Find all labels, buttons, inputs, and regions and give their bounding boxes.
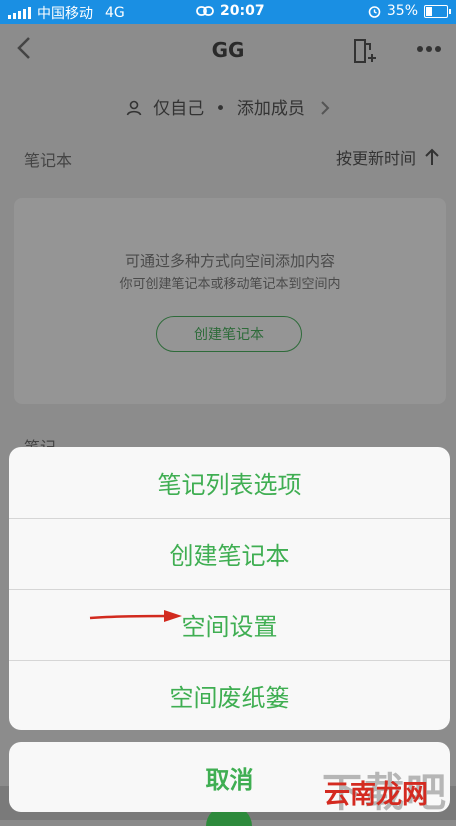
create-notebook-button[interactable]: 创建笔记本 [156,316,302,352]
link-icon [196,6,214,16]
site-watermark: 下载吧 云南龙网 [318,760,456,820]
action-create-notebook[interactable]: 创建笔记本 [9,518,450,588]
visibility-label: 仅自己 [153,99,205,119]
page-title: GG [211,38,245,62]
signal-icon [8,7,31,19]
battery-percent: 35% [386,3,418,19]
chevron-right-icon [321,101,330,115]
network-label: 4G [105,5,125,21]
more-dots-icon[interactable] [416,44,442,54]
alarm-icon [368,5,381,18]
separator-dot: • [215,99,226,119]
action-space-trash[interactable]: 空间废纸篓 [9,660,450,730]
arrow-up-icon [425,148,439,165]
empty-notebook-card: 可通过多种方式向空间添加内容 你可创建笔记本或移动笔记本到空间内 创建笔记本 [14,198,446,404]
watermark-text: 云南龙网 [324,780,429,810]
empty-hint-primary: 可通过多种方式向空间添加内容 [124,252,335,270]
clock: 20:07 [220,3,265,19]
person-icon [126,100,141,116]
add-document-icon[interactable] [352,38,378,64]
notebooks-header: 笔记本 [24,151,73,170]
action-space-settings[interactable]: 空间设置 [9,589,450,659]
carrier-label: 中国移动 [37,6,93,22]
action-note-list-options[interactable]: 笔记列表选项 [9,447,450,517]
sort-label: 按更新时间 [335,149,416,168]
action-sheet: 笔记列表选项 创建笔记本 空间设置 空间废纸篓 [9,447,450,730]
empty-hint-secondary: 你可创建笔记本或移动笔记本到空间内 [119,277,341,292]
members-row[interactable]: 仅自己 • 添加成员 [0,94,456,119]
red-arrow-annotation [89,610,182,622]
battery-icon [424,4,451,18]
sort-control[interactable]: 按更新时间 [336,145,440,169]
status-bar: 中国移动 4G 20:07 35% [0,0,456,24]
add-members-label: 添加成员 [236,99,305,119]
